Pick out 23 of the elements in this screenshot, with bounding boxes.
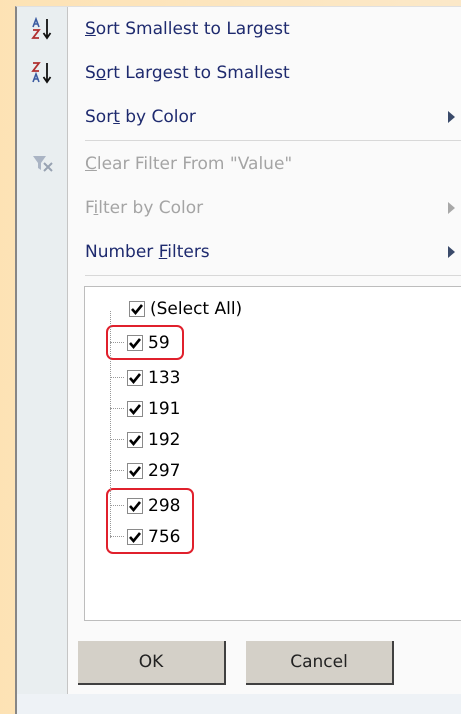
- checkbox[interactable]: [127, 370, 143, 386]
- checkbox[interactable]: [127, 432, 143, 448]
- menu-item[interactable]: Number Filters: [85, 242, 210, 262]
- clear-filter-icon: [32, 154, 54, 174]
- menu-item[interactable]: Sort Smallest to Largest: [85, 19, 290, 39]
- value-label[interactable]: 133: [148, 368, 180, 388]
- value-label[interactable]: 297: [148, 460, 180, 480]
- cancel-button[interactable]: Cancel: [246, 641, 394, 685]
- menu-item[interactable]: Sort by Color: [85, 107, 196, 127]
- value-label[interactable]: 191: [148, 398, 180, 418]
- value-label[interactable]: 756: [148, 526, 180, 546]
- checkbox[interactable]: [129, 301, 145, 317]
- checkbox[interactable]: [127, 498, 143, 514]
- checkbox[interactable]: [127, 528, 143, 544]
- ok-button[interactable]: OK: [78, 641, 226, 685]
- value-label[interactable]: 59: [148, 332, 170, 352]
- value-label[interactable]: 298: [148, 496, 180, 516]
- checkbox[interactable]: [127, 462, 143, 478]
- checkbox[interactable]: [127, 400, 143, 416]
- value-label[interactable]: (Select All): [150, 299, 242, 319]
- value-label[interactable]: 192: [148, 430, 180, 450]
- menu-item[interactable]: Sort Largest to Smallest: [85, 63, 290, 83]
- checkbox[interactable]: [127, 334, 143, 350]
